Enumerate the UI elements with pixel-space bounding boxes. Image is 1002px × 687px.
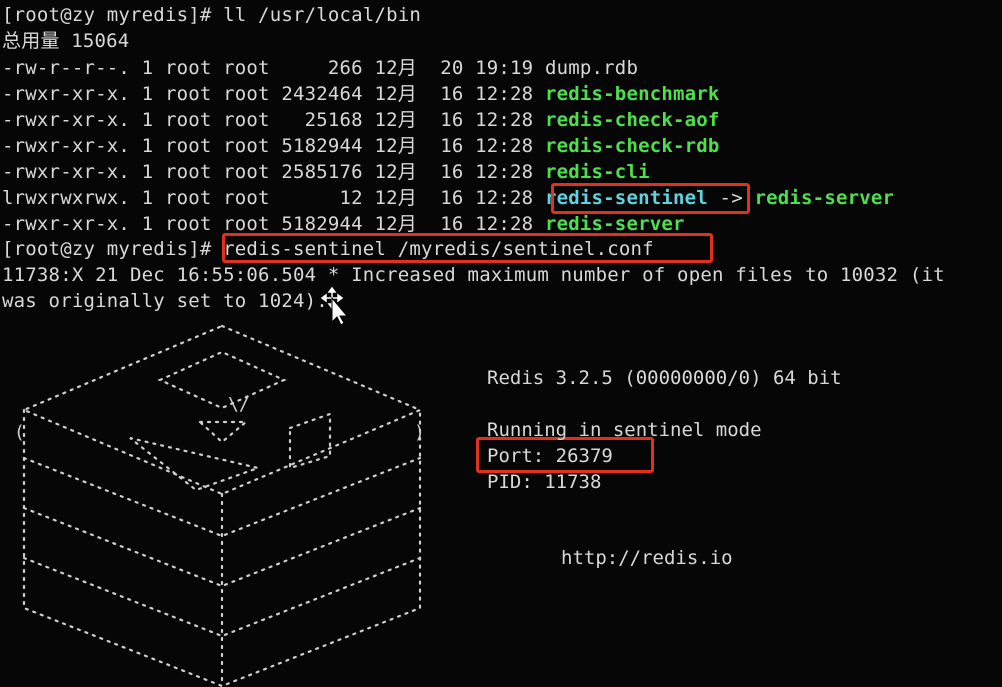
svg-text:(: ( <box>14 422 25 443</box>
symlink-target: redis-server <box>754 187 895 209</box>
ls-row-server: -rwxr-xr-x. 1 root root 5182944 12月 16 1… <box>2 211 685 237</box>
symlink-arrow: -> <box>707 187 755 209</box>
ls-row-meta: -rwxr-xr-x. 1 root root 5182944 12月 16 1… <box>2 135 545 157</box>
ls-row-meta: -rwxr-xr-x. 1 root root 5182944 12月 16 1… <box>2 213 545 235</box>
redis-ascii-logo: ( ) \/ <box>14 324 425 687</box>
ls-row-check-rdb: -rwxr-xr-x. 1 root root 5182944 12月 16 1… <box>2 133 720 159</box>
file-name: redis-sentinel <box>544 187 708 209</box>
ls-row-meta: lrwxrwxrwx. 1 root root 12 12月 16 12:28 <box>2 187 545 209</box>
move-cursor-icon <box>320 286 349 326</box>
svg-text:): ) <box>414 422 425 443</box>
command-text: redis-sentinel /myredis/sentinel.conf <box>223 238 654 260</box>
svg-text:\/: \/ <box>228 394 250 415</box>
file-name: redis-check-rdb <box>544 135 720 157</box>
file-name: redis-check-aof <box>544 109 720 131</box>
sentinel-mode: Running in sentinel mode <box>487 419 762 441</box>
log-line-continued: was originally set to 1024). <box>2 290 328 312</box>
file-name: redis-benchmark <box>544 83 720 105</box>
terminal-window[interactable]: [root@zy myredis]# ll /usr/local/bin 总用量… <box>0 0 1002 687</box>
total-line: 总用量 15064 <box>2 30 130 52</box>
ls-row-check-aof: -rwxr-xr-x. 1 root root 25168 12月 16 12:… <box>2 107 720 133</box>
ls-row-meta: -rwxr-xr-x. 1 root root 2432464 12月 16 1… <box>2 83 545 105</box>
pid-info: PID: 11738 <box>487 471 602 493</box>
prompt: [root@zy myredis]# <box>2 238 224 260</box>
prompt-line-ll: [root@zy myredis]# ll /usr/local/bin <box>2 4 422 26</box>
ls-row-cli: -rwxr-xr-x. 1 root root 2585176 12月 16 1… <box>2 159 650 185</box>
port-info: Port: 26379 <box>487 445 613 467</box>
prompt-line-sentinel: [root@zy myredis]# redis-sentinel /myred… <box>2 236 654 262</box>
file-name: redis-cli <box>544 161 650 183</box>
ls-row-meta: -rw-r--r--. 1 root root 266 12月 20 19:19 <box>2 57 545 79</box>
file-name: redis-server <box>544 213 685 235</box>
log-line: 11738:X 21 Dec 16:55:06.504 * Increased … <box>2 264 945 286</box>
ls-row-meta: -rwxr-xr-x. 1 root root 25168 12月 16 12:… <box>2 109 545 131</box>
ls-row-dump: -rw-r--r--. 1 root root 266 12月 20 19:19… <box>2 55 638 81</box>
ls-row-sentinel: lrwxrwxrwx. 1 root root 12 12月 16 12:28 … <box>2 185 894 211</box>
redis-version: Redis 3.2.5 (00000000/0) 64 bit <box>487 367 842 389</box>
ls-row-meta: -rwxr-xr-x. 1 root root 2585176 12月 16 1… <box>2 161 545 183</box>
file-name: dump.rdb <box>544 57 639 79</box>
ls-row-benchmark: -rwxr-xr-x. 1 root root 2432464 12月 16 1… <box>2 81 720 107</box>
redis-url[interactable]: http://redis.io <box>561 545 733 571</box>
